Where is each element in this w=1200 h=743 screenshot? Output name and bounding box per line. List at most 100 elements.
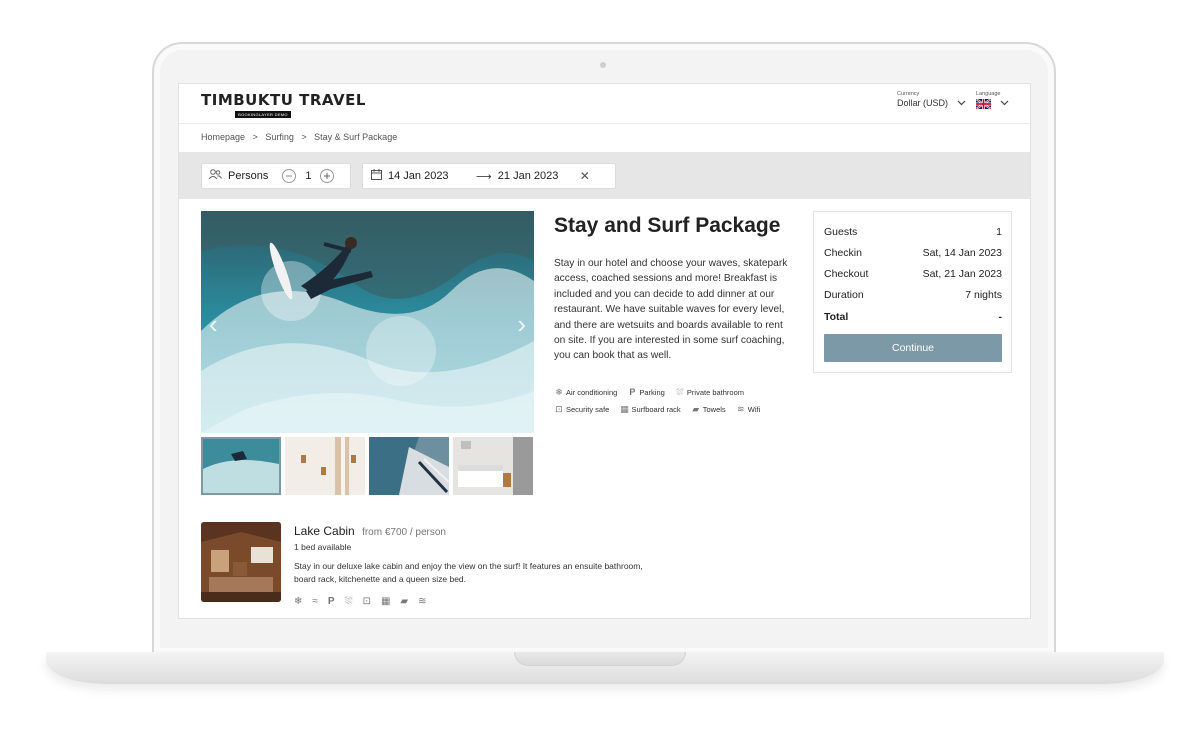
calendar-icon: [371, 169, 382, 183]
thumbnail-beach-chair[interactable]: [369, 437, 449, 495]
currency-value: Dollar (USD): [897, 98, 949, 108]
thumbnail-surfboard-rack[interactable]: [285, 437, 365, 495]
duration-label: Duration: [824, 289, 864, 301]
towel-icon: ▰: [692, 404, 700, 414]
checkout-value: Sat, 21 Jan 2023: [922, 268, 1002, 280]
parking-icon: P: [629, 387, 636, 397]
amenity-surfboard-rack: ▦ Surfboard rack: [619, 401, 680, 418]
safe-icon: ⊡: [555, 404, 563, 414]
persons-selector: Persons 1: [201, 163, 351, 189]
checkout-date[interactable]: 21 Jan 2023: [498, 170, 580, 182]
continue-button[interactable]: Continue: [824, 334, 1002, 362]
language-selector[interactable]: Language: [975, 91, 1009, 110]
checkout-label: Checkout: [824, 268, 869, 280]
summary-total-row: Total -: [824, 311, 1002, 323]
chevron-down-icon: [957, 98, 966, 108]
chevron-down-icon: [1000, 98, 1009, 108]
site-logo[interactable]: TIMBUKTU TRAVEL BOOKINGLAYER DEMO: [201, 91, 366, 118]
photo-thumbnails: [201, 437, 534, 495]
persons-count: 1: [305, 170, 312, 182]
search-bar: Persons 1 14 Jan 2023 ⟶ 21 Jan 2023 ✕: [179, 152, 1030, 199]
amenity-label: Wifi: [747, 405, 761, 414]
browser-screen: TIMBUKTU TRAVEL BOOKINGLAYER DEMO Curren…: [178, 83, 1031, 619]
safe-icon: ⊡: [362, 596, 371, 607]
decrease-persons-button[interactable]: [282, 169, 297, 183]
surf-wave-icon: ≈: [312, 596, 318, 607]
amenity-security-safe: ⊡ Security safe: [554, 401, 609, 418]
wifi-icon: ≋: [737, 404, 745, 414]
summary-checkout-row: Checkout Sat, 21 Jan 2023: [824, 268, 1002, 280]
total-value: -: [998, 311, 1003, 323]
increase-persons-button[interactable]: [320, 169, 335, 183]
shower-icon: ⛆: [676, 387, 684, 397]
towel-icon: ▰: [400, 596, 409, 607]
breadcrumb: Homepage > Surfing > Stay & Surf Package: [201, 132, 402, 142]
guests-label: Guests: [824, 226, 858, 238]
amenity-wifi: ≋ Wifi: [736, 401, 761, 418]
surfboard-rack-icon: ▦: [620, 404, 629, 414]
logo-badge: BOOKINGLAYER DEMO: [235, 111, 291, 118]
language-value-row: [975, 97, 1009, 110]
laptop-camera: [600, 62, 606, 68]
total-label: Total: [824, 311, 849, 323]
amenity-label: Air conditioning: [566, 388, 618, 397]
language-caption: Language: [976, 91, 1001, 97]
amenity-air-conditioning: ❄ Air conditioning: [554, 384, 617, 401]
checkin-date[interactable]: 14 Jan 2023: [388, 170, 476, 182]
parking-icon: P: [327, 596, 335, 607]
package-title: Stay and Surf Package: [554, 214, 781, 237]
checkin-label: Checkin: [824, 247, 862, 259]
persons-label: Persons: [228, 170, 269, 182]
amenities-list: ❄ Air conditioning P Parking ⛆ Private bath…: [554, 384, 794, 418]
room-photo-lake-cabin[interactable]: [201, 522, 281, 602]
arrow-right-icon: ⟶: [476, 170, 492, 183]
summary-guests-row: Guests 1: [824, 226, 1002, 238]
snowflake-icon: ❄: [555, 387, 563, 397]
main-photo-surfer: ‹ ›: [201, 211, 534, 433]
breadcrumb-separator: >: [252, 132, 258, 142]
room-name[interactable]: Lake Cabin: [294, 524, 355, 538]
guests-value: 1: [996, 226, 1002, 238]
currency-caption: Currency: [897, 91, 920, 97]
checkin-value: Sat, 14 Jan 2023: [922, 247, 1002, 259]
amenity-label: Towels: [702, 405, 726, 414]
persons-icon: [208, 169, 222, 183]
amenity-towels: ▰ Towels: [691, 401, 726, 418]
room-amenity-icons: ❄ ≈ P ⛆ ⊡ ▦ ▰ ≋: [294, 596, 427, 607]
amenity-private-bathroom: ⛆ Private bathroom: [675, 384, 744, 401]
summary-duration-row: Duration 7 nights: [824, 289, 1002, 301]
amenity-label: Parking: [639, 388, 665, 397]
currency-value-row: Dollar (USD): [897, 98, 966, 108]
laptop-notch: [514, 652, 686, 666]
amenity-label: Surfboard rack: [631, 405, 681, 414]
shower-icon: ⛆: [344, 596, 353, 607]
breadcrumb-separator: >: [301, 132, 307, 142]
amenity-parking: P Parking: [627, 384, 664, 401]
summary-checkin-row: Checkin Sat, 14 Jan 2023: [824, 247, 1002, 259]
thumbnail-surfer[interactable]: [201, 437, 281, 495]
clear-dates-icon[interactable]: ✕: [580, 169, 590, 183]
snowflake-icon: ❄: [294, 596, 303, 607]
booking-summary-panel: Guests 1 Checkin Sat, 14 Jan 2023 Checko…: [813, 211, 1012, 373]
amenity-label: Security safe: [566, 405, 610, 414]
room-availability: 1 bed available: [294, 542, 352, 552]
breadcrumb-surfing[interactable]: Surfing: [265, 132, 294, 142]
next-photo-icon[interactable]: ›: [517, 309, 526, 340]
duration-value: 7 nights: [965, 289, 1002, 301]
logo-text: TIMBUKTU TRAVEL: [201, 91, 366, 109]
currency-selector[interactable]: Currency Dollar (USD): [897, 91, 966, 108]
wifi-icon: ≋: [418, 596, 427, 607]
breadcrumb-homepage[interactable]: Homepage: [201, 132, 245, 142]
room-description: Stay in our deluxe lake cabin and enjoy …: [294, 561, 643, 584]
surfboard-rack-icon: ▦: [380, 596, 391, 607]
breadcrumb-current: Stay & Surf Package: [314, 132, 398, 142]
previous-photo-icon[interactable]: ‹: [209, 309, 218, 340]
room-price: from €700 / person: [362, 527, 446, 538]
amenity-label: Private bathroom: [686, 388, 745, 397]
room-name-row: Lake Cabin from €700 / person: [294, 524, 446, 538]
package-description: Stay in our hotel and choose your waves,…: [554, 258, 788, 362]
site-header: TIMBUKTU TRAVEL BOOKINGLAYER DEMO Curren…: [179, 84, 1030, 124]
uk-flag-icon: [975, 97, 992, 110]
thumbnail-bedroom[interactable]: [453, 437, 533, 495]
date-range-picker[interactable]: 14 Jan 2023 ⟶ 21 Jan 2023 ✕: [362, 163, 616, 189]
